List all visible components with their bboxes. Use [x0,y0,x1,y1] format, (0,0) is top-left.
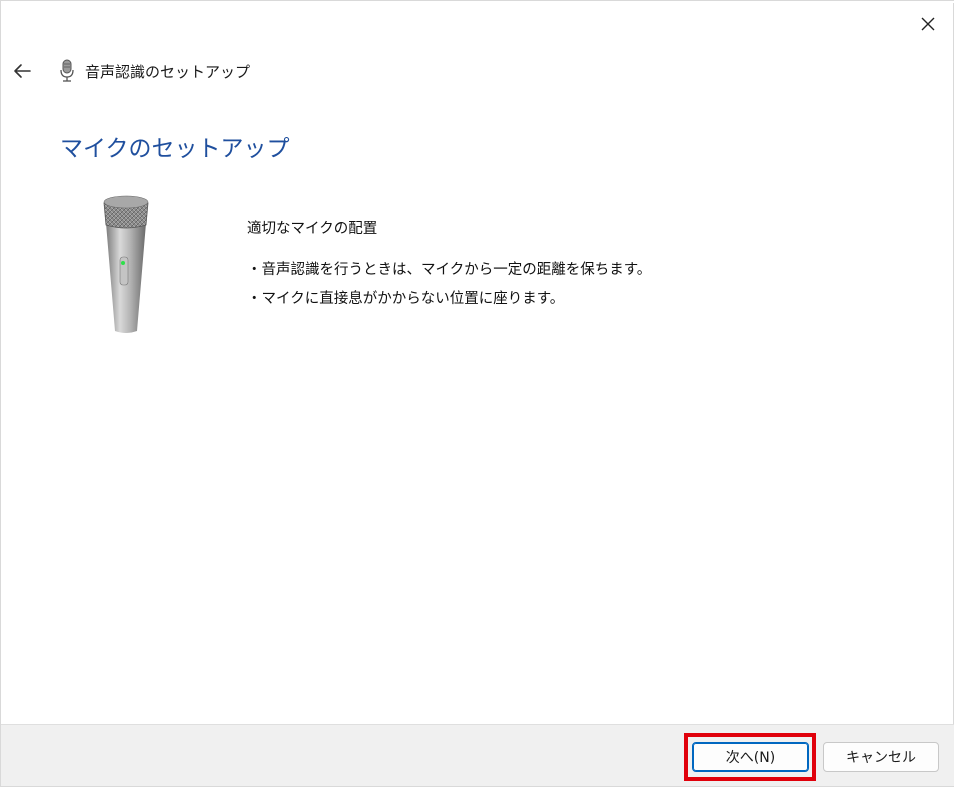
breadcrumb: 音声認識のセットアップ [59,57,250,85]
bullet-item: ・マイクに直接息がかからない位置に座ります。 [247,291,565,307]
cancel-button[interactable]: キャンセル [823,742,939,772]
footer-bar: 次へ(N) キャンセル [1,724,954,786]
bullet-item: ・音声認識を行うときは、マイクから一定の距離を保ちます。 [247,262,652,278]
close-button[interactable] [911,7,945,41]
setup-window: 音声認識のセットアップ マイクのセットアップ 適切なマイクの配置 ・音声認識を行… [0,0,954,787]
next-button[interactable]: 次へ(N) [692,742,809,772]
microphone-icon [60,59,74,82]
content-area: 適切なマイクの配置 ・音声認識を行うときは、マイクから一定の距離を保ちます。 ・… [247,217,867,316]
back-arrow-icon [14,64,31,78]
title-bar [1,1,954,3]
breadcrumb-title: 音声認識のセットアップ [85,62,251,81]
close-icon [921,17,935,31]
back-button[interactable] [7,57,37,85]
page-title: マイクのセットアップ [60,136,290,162]
section-heading: 適切なマイクの配置 [247,221,378,237]
microphone-illustration [103,195,149,333]
